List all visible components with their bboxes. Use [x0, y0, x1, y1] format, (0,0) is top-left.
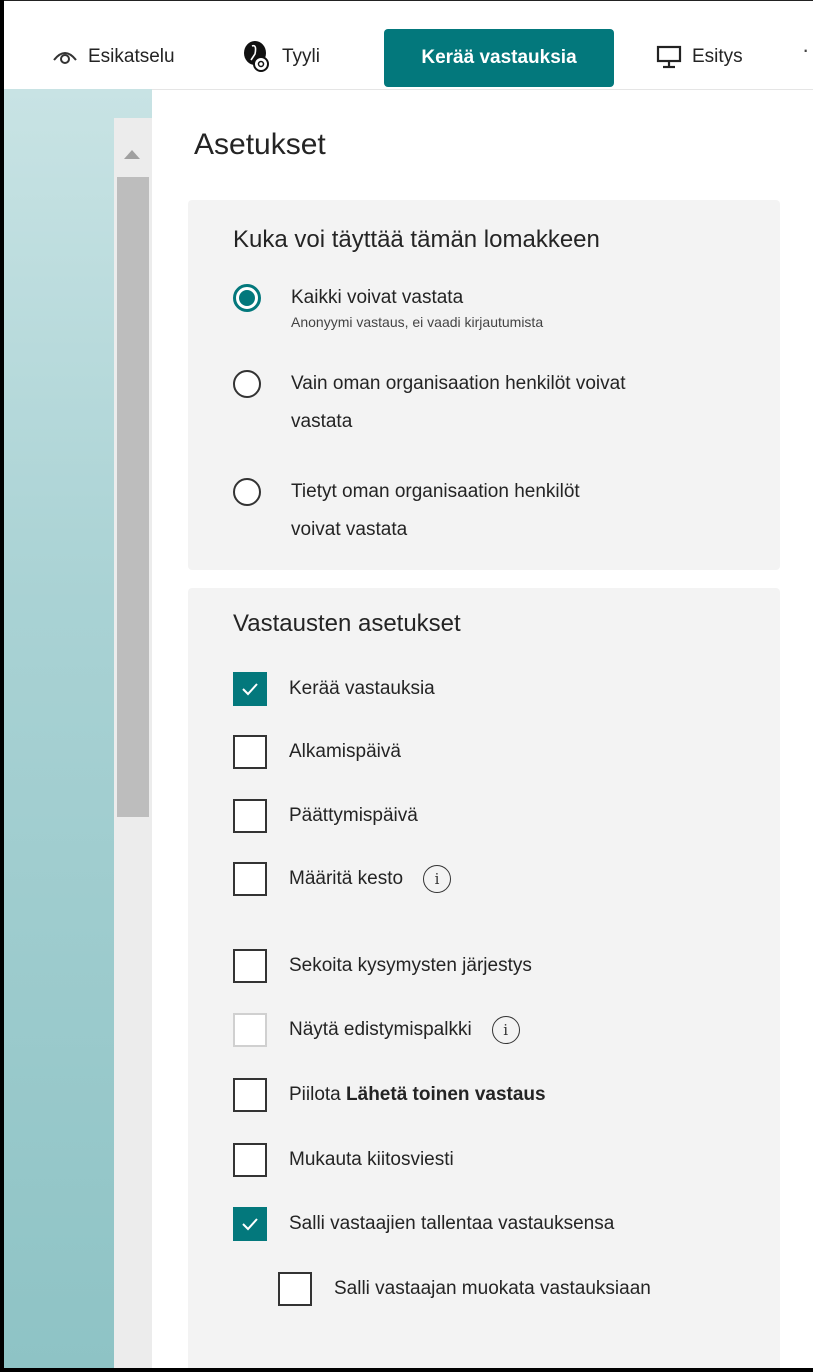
checkbox-item-start-date[interactable]: Alkamispäivä: [233, 735, 401, 769]
checkbox[interactable]: [278, 1272, 312, 1306]
checkbox-item-shuffle-questions[interactable]: Sekoita kysymysten järjestys: [233, 949, 532, 983]
preview-label: Esikatselu: [88, 46, 175, 67]
response-settings-title: Vastausten asetukset: [233, 610, 461, 637]
app-window: Esikatselu Tyyli Kerää vastauksia Esitys…: [4, 0, 813, 1368]
checkbox-disabled[interactable]: [233, 1013, 267, 1047]
scrollbar-thumb[interactable]: [117, 177, 149, 817]
checkbox-item-customize-thanks[interactable]: Mukauta kiitosviesti: [233, 1143, 454, 1177]
present-label: Esitys: [692, 46, 743, 67]
checkbox[interactable]: [233, 1143, 267, 1177]
radio-button[interactable]: [233, 478, 261, 506]
present-button[interactable]: Esitys: [656, 29, 743, 85]
checkbox-label: Määritä kesto: [289, 868, 404, 889]
checkbox[interactable]: [233, 949, 267, 983]
option-specific-label-line1: Tietyt oman organisaation henkilöt: [291, 481, 580, 502]
checkbox[interactable]: [233, 862, 267, 896]
radio-button[interactable]: [233, 370, 261, 398]
checkbox-item-allow-save-responses[interactable]: Salli vastaajien tallentaa vastauksensa: [233, 1207, 614, 1241]
checkbox-checked[interactable]: [233, 1207, 267, 1241]
who-can-fill-card: Kuka voi täyttää tämän lomakkeen Kaikki …: [188, 200, 780, 570]
response-settings-card: Vastausten asetukset Kerää vastauksia Al…: [188, 588, 780, 1368]
option-anyone-sublabel: Anonyymi vastaus, ei vaadi kirjautumista: [291, 314, 544, 330]
checkbox-label: Päättymispäivä: [289, 805, 418, 826]
checkbox-label: Mukauta kiitosviesti: [289, 1149, 454, 1170]
who-can-fill-title: Kuka voi täyttää tämän lomakkeen: [233, 226, 600, 253]
more-options-button[interactable]: ··: [802, 37, 813, 63]
option-org-label-line1: Vain oman organisaation henkilöt voivat: [291, 373, 626, 394]
radio-option-org-only[interactable]: Vain oman organisaation henkilöt voivat …: [233, 370, 625, 441]
checkbox-label: Kerää vastauksia: [289, 678, 435, 699]
collect-responses-label: Kerää vastauksia: [421, 47, 577, 68]
checkbox-item-set-duration[interactable]: Määritä kesto i: [233, 862, 452, 896]
palette-icon: [244, 41, 269, 72]
option-specific-label-line2: voivat vastata: [291, 519, 408, 540]
top-toolbar: Esikatselu Tyyli Kerää vastauksia Esitys…: [4, 0, 813, 90]
checkbox-item-end-date[interactable]: Päättymispäivä: [233, 799, 418, 833]
checkmark-icon: [242, 683, 258, 696]
checkbox-label: Salli vastaajan muokata vastauksiaan: [334, 1278, 651, 1299]
checkbox-item-collect-responses[interactable]: Kerää vastauksia: [233, 672, 435, 706]
checkbox[interactable]: [233, 735, 267, 769]
radio-option-anyone[interactable]: Kaikki voivat vastata Anonyymi vastaus, …: [233, 284, 543, 331]
info-icon[interactable]: i: [491, 1016, 520, 1044]
checkbox-label: Alkamispäivä: [289, 741, 401, 762]
info-icon[interactable]: i: [423, 865, 452, 893]
radio-option-specific-people[interactable]: Tietyt oman organisaation henkilöt voiva…: [233, 478, 580, 549]
checkmark-icon: [242, 1218, 258, 1231]
checkbox-label: Näytä edistymispalkki: [289, 1019, 472, 1040]
checkbox-item-allow-edit-responses[interactable]: Salli vastaajan muokata vastauksiaan: [278, 1272, 651, 1306]
eye-icon: [53, 52, 77, 64]
settings-title: Asetukset: [194, 128, 326, 161]
scroll-up-arrow-icon[interactable]: [124, 150, 140, 159]
style-label: Tyyli: [282, 46, 320, 67]
preview-button[interactable]: Esikatselu: [52, 29, 175, 85]
checkbox-checked[interactable]: [233, 672, 267, 706]
checkbox[interactable]: [233, 799, 267, 833]
presentation-icon: [656, 45, 682, 69]
checkbox-label-prefix: Piilota: [289, 1084, 347, 1105]
radio-button-selected[interactable]: [233, 284, 261, 312]
style-button[interactable]: Tyyli: [242, 29, 320, 85]
checkbox-item-hide-submit-another[interactable]: Piilota Lähetä toinen vastaus: [233, 1078, 546, 1112]
checkbox[interactable]: [233, 1078, 267, 1112]
checkbox-label-bold: Lähetä toinen vastaus: [346, 1084, 546, 1105]
more-options-label: ··: [802, 37, 813, 62]
checkbox-item-progress-bar[interactable]: Näytä edistymispalkki i: [233, 1013, 520, 1047]
checkbox-label: Sekoita kysymysten järjestys: [289, 955, 532, 976]
option-anyone-label: Kaikki voivat vastata: [291, 287, 464, 308]
collect-responses-button[interactable]: Kerää vastauksia: [384, 29, 614, 87]
checkbox-label: Salli vastaajien tallentaa vastauksensa: [289, 1213, 615, 1234]
option-org-label-line2: vastata: [291, 411, 353, 432]
